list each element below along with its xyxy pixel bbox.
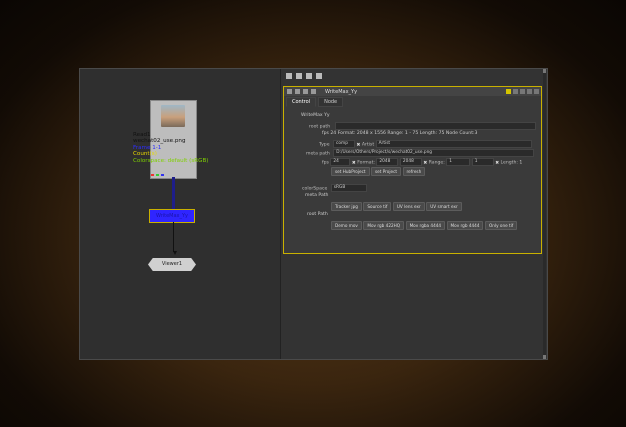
mov-rgb-422hq-button[interactable]: Mov rgb 422HQ [363,221,405,230]
tab-node[interactable]: Node [318,97,344,107]
root-path-label: root path [309,124,331,130]
node-graph[interactable]: Read1 wechat02_use.png Frame 1-1 Count(s… [80,69,281,359]
root-path-row: root path [309,122,536,130]
pencil-icon[interactable] [316,73,322,79]
tab-control[interactable]: Control [286,97,317,107]
type-checkbox[interactable]: ✖ [357,143,361,148]
panel-header-buttons [506,89,539,94]
read-to-write-wire [172,177,175,209]
read-label-line: Colorspace: default (sRGB) [133,157,209,164]
format-height-field[interactable]: 2048 [399,158,422,166]
format-width-field[interactable]: 2048 [376,158,399,166]
revert-icon[interactable] [520,89,525,94]
uv-smart-exr-button[interactable]: UV smart exr [426,202,462,211]
demo-mov-button[interactable]: Demo mov [331,221,362,230]
mov-rgb-4444-button[interactable]: Mov rgb 4444 [446,221,484,230]
viewer-node[interactable]: Viewer1 [148,258,196,271]
tracker-jpg-button[interactable]: Tracker jpg [331,202,362,211]
project-buttons-row: set HubProject set Project refresh [331,167,426,176]
meta-path-label: meta path [306,151,330,157]
meta-buttons-row: Tracker jpg Source tif UV lens exr UV sm… [331,202,462,211]
properties-toolbar [281,69,547,83]
type-label: Type [319,142,330,148]
length-value: 1 [519,160,523,166]
colorspace-dropdown[interactable]: sRGB [330,184,367,192]
nuke-window: Read1 wechat02_use.png Frame 1-1 Count(s… [79,68,548,360]
node-color2-icon[interactable] [513,89,518,94]
only-one-tif-button[interactable]: Only one tif [484,221,518,230]
source-tif-button[interactable]: Source tif [363,202,392,211]
scroll-up-icon[interactable] [543,69,546,73]
float-icon[interactable] [527,89,532,94]
root-path-field[interactable] [334,122,536,130]
colorspace-row: colorSpace sRGB [302,184,367,192]
range-checkbox[interactable]: ✖ [495,161,499,166]
set-project-button[interactable]: set Project [371,167,402,176]
scroll-down-icon[interactable] [543,355,546,359]
menu-icon[interactable] [286,73,292,79]
meta-path-field[interactable]: D:/Users/Others/Project/s/wechat02_use.p… [333,149,535,157]
write-node-panel: WriteMax_Yy Control Node WriteMax Yy roo… [283,86,542,254]
info-line: fps 24 Format: 2048 x 1556 Range: 1 - 75… [322,131,478,136]
wire-arrow [173,251,177,255]
mov-rgba-4444-button[interactable]: Mov rgba 4444 [405,221,446,230]
write-to-viewer-wire [173,222,174,252]
artist-label: Artist [361,142,375,148]
fps-checkbox[interactable]: ✖ [352,161,356,166]
color-icon[interactable] [303,89,308,94]
range-start-field[interactable]: 1 [446,158,471,166]
artist-field[interactable]: Artist [375,140,532,148]
node-icon[interactable] [296,73,302,79]
node-color-icon[interactable] [506,89,511,94]
meta-path2-label: meta Path [305,193,329,198]
read-thumbnail [161,105,185,127]
fps-label: fps [322,160,329,166]
type-row: Type comp ✖ Artist Artist [319,140,532,148]
properties-bin: WriteMax_Yy Control Node WriteMax Yy roo… [281,69,547,359]
range-end-field[interactable]: 1 [471,158,494,166]
format-checkbox[interactable]: ✖ [423,161,427,166]
panel-header: WriteMax_Yy [284,87,541,96]
type-dropdown[interactable]: comp [333,140,356,148]
read-node-label: Read1 wechat02_use.png Frame 1-1 Count(s… [133,132,208,164]
node-name-label: WriteMax Yy [301,113,330,118]
panel-tabs: Control Node [284,97,541,107]
undo-icon[interactable] [311,89,316,94]
panel-title[interactable]: WriteMax_Yy [325,89,357,95]
format-label: Format: [357,160,375,166]
fps-dropdown[interactable]: 24 [330,158,351,166]
meta-path-row: meta path D:/Users/Others/Project/s/wech… [306,149,535,157]
fps-row: fps 24 ✖ Format: 2048 2048 ✖ Range: 1 1 … [322,158,522,166]
length-label: Length: [500,160,518,166]
collapse-icon[interactable] [287,89,292,94]
refresh-button[interactable]: refresh [402,167,426,176]
uv-lens-exr-button[interactable]: UV lens exr [392,202,425,211]
range-label: Range: [428,160,445,166]
clear-icon[interactable] [306,73,312,79]
colorspace-label: colorSpace [302,186,328,192]
root-path2-label: root Path [307,212,328,217]
set-hub-project-button[interactable]: set HubProject [331,167,370,176]
help-icon[interactable] [295,89,300,94]
close-icon[interactable] [534,89,539,94]
properties-scrollbar[interactable] [543,69,546,359]
write-node[interactable]: WriteMax_Yy [149,209,195,223]
root-buttons-row: Demo mov Mov rgb 422HQ Mov rgba 4444 Mov… [331,221,518,230]
channel-dots [151,174,164,176]
